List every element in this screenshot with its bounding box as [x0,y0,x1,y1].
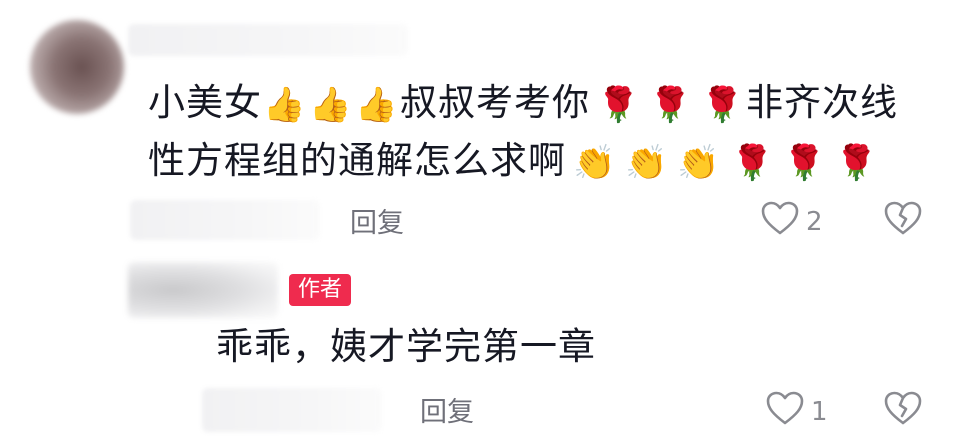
clap-emoji-icon: 👏 [677,142,721,183]
comment-timestamp [130,200,320,240]
thumbs-up-emoji-icon: 👍 [355,84,399,125]
comment-text-line-2: 性方程组的通解怎么求啊 👏 👏 👏 🌹 🌹 🌹 [148,132,880,190]
like-button[interactable]: 1 [765,390,828,433]
comment-text: 小美女👍👍👍叔叔考考你 🌹 🌹 🌹非齐次线 [148,74,898,132]
dislike-button[interactable] [883,200,923,240]
thumbs-up-emoji-icon: 👍 [263,84,307,125]
clap-emoji-icon: 👏 [625,142,669,183]
avatar[interactable] [30,20,124,114]
thumbs-up-emoji-icon: 👍 [309,84,353,125]
rose-emoji-icon: 🌹 [597,84,641,125]
broken-heart-icon [883,201,923,240]
reply-timestamp [202,388,382,432]
like-count: 2 [806,206,823,237]
heart-icon [760,200,800,243]
reply-button[interactable]: 回复 [420,390,474,429]
rose-emoji-icon: 🌹 [835,142,879,183]
like-count: 1 [811,396,828,427]
rose-emoji-icon: 🌹 [783,142,827,183]
rose-emoji-icon: 🌹 [649,84,693,125]
heart-icon [765,390,805,433]
clap-emoji-icon: 👏 [573,142,617,183]
rose-emoji-icon: 🌹 [701,84,745,125]
author-badge: 作者 [289,274,352,306]
rose-emoji-icon: 🌹 [731,142,775,183]
dislike-button[interactable] [883,390,923,430]
username[interactable] [128,24,408,56]
author-avatar[interactable] [128,262,278,318]
reply-button[interactable]: 回复 [350,201,404,240]
reply-text: 乖乖，姨才学完第一章 [216,325,596,368]
like-button[interactable]: 2 [760,200,823,243]
broken-heart-icon [883,391,923,430]
